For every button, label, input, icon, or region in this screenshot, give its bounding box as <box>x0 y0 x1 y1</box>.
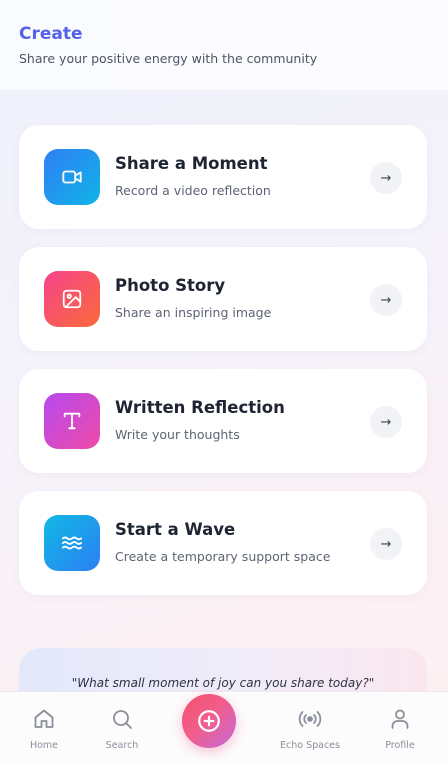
arrow-right-icon[interactable]: → <box>370 162 402 194</box>
card-title: Photo Story <box>115 276 226 295</box>
arrow-glyph: → <box>380 414 392 430</box>
create-option-written-reflection[interactable]: Written Reflection Write your thoughts → <box>19 369 427 473</box>
video-camera-icon <box>44 149 100 205</box>
arrow-right-icon[interactable]: → <box>370 528 402 560</box>
card-subtitle: Create a temporary support space <box>115 549 331 564</box>
page-header: Create Share your positive energy with t… <box>0 0 448 90</box>
card-subtitle: Share an inspiring image <box>115 305 272 320</box>
plus-circle-icon <box>198 710 220 732</box>
nav-label: Echo Spaces <box>280 740 340 751</box>
nav-item-profile[interactable]: Profile <box>360 706 440 752</box>
arrow-glyph: → <box>380 292 392 308</box>
create-option-photo-story[interactable]: Photo Story Share an inspiring image → <box>19 247 427 351</box>
create-fab-button[interactable] <box>182 694 236 748</box>
arrow-right-icon[interactable]: → <box>370 284 402 316</box>
broadcast-icon <box>297 706 323 732</box>
create-option-share-moment[interactable]: Share a Moment Record a video reflection… <box>19 125 427 229</box>
arrow-glyph: → <box>380 170 392 186</box>
card-subtitle: Write your thoughts <box>115 427 240 442</box>
card-title: Share a Moment <box>115 154 268 173</box>
page-title: Create <box>19 24 83 44</box>
page-subtitle: Share your positive energy with the comm… <box>19 51 318 66</box>
nav-item-echo-spaces[interactable]: Echo Spaces <box>270 706 350 752</box>
search-icon <box>110 706 134 732</box>
card-subtitle: Record a video reflection <box>115 183 271 198</box>
text-icon <box>44 393 100 449</box>
nav-item-search[interactable]: Search <box>82 706 162 752</box>
nav-label: Home <box>29 740 59 751</box>
waves-icon <box>44 515 100 571</box>
prompt-text: "What small moment of joy can you share … <box>71 676 375 690</box>
card-title: Start a Wave <box>115 520 236 539</box>
arrow-glyph: → <box>380 536 392 552</box>
nav-item-home[interactable]: Home <box>4 706 84 752</box>
card-title: Written Reflection <box>115 398 285 417</box>
create-option-start-wave[interactable]: Start a Wave Create a temporary support … <box>19 491 427 595</box>
user-icon <box>388 706 412 732</box>
nav-label: Profile <box>385 740 415 751</box>
nav-label: Search <box>105 740 139 751</box>
home-icon <box>32 706 56 732</box>
image-icon <box>44 271 100 327</box>
arrow-right-icon[interactable]: → <box>370 406 402 438</box>
